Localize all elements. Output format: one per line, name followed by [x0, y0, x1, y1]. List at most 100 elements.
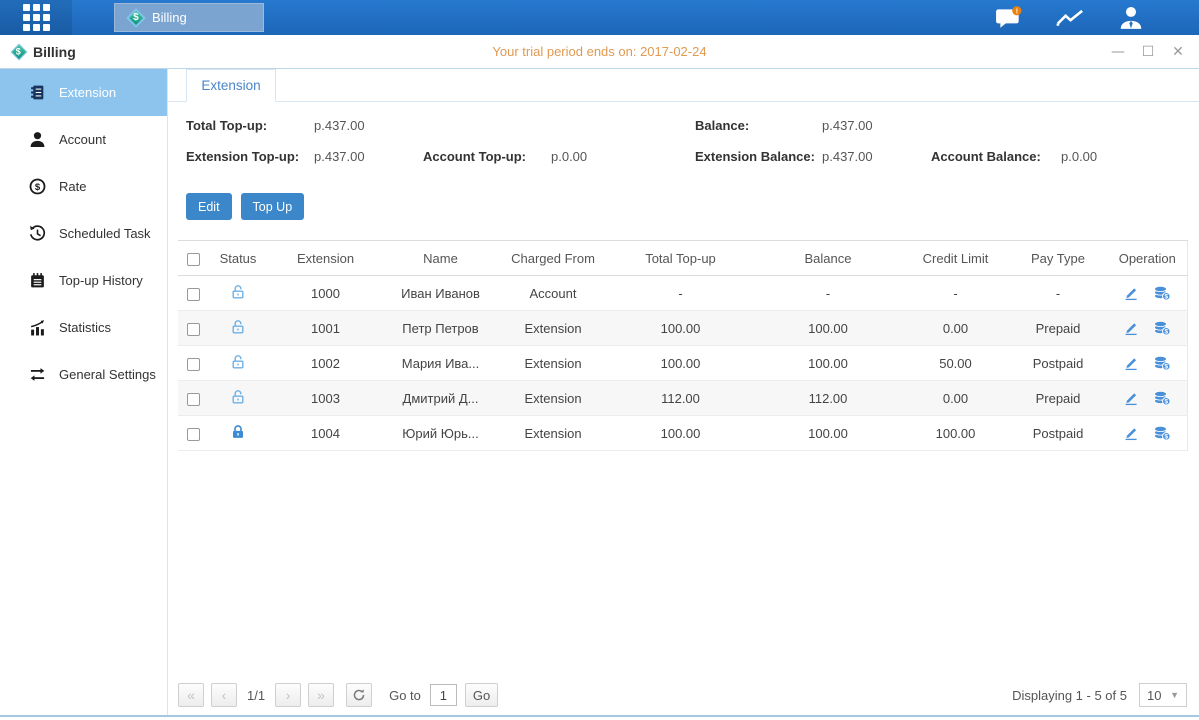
- dollar-circle-icon: $: [29, 178, 46, 195]
- page-indicator: 1/1: [247, 688, 265, 703]
- extension-balance-label: Extension Balance:: [695, 149, 815, 164]
- sidebar: Extension Account $ Rate Scheduled Task: [0, 69, 168, 715]
- row-checkbox[interactable]: [187, 358, 200, 371]
- edit-pencil-icon[interactable]: [1123, 320, 1139, 336]
- sidebar-item-extension[interactable]: Extension: [0, 69, 167, 116]
- total-topup-value: p.437.00: [314, 118, 365, 133]
- tab-extension[interactable]: Extension: [186, 69, 276, 102]
- select-all-checkbox[interactable]: [187, 253, 200, 266]
- extension-table-wrap: Status Extension Name Charged From Total…: [178, 240, 1187, 451]
- col-balance: Balance: [753, 241, 903, 276]
- maximize-button[interactable]: ☐: [1139, 43, 1157, 61]
- cell-name: Иван Иванов: [383, 276, 498, 311]
- top-up-button[interactable]: Top Up: [241, 193, 305, 220]
- row-checkbox[interactable]: [187, 428, 200, 441]
- sidebar-item-rate[interactable]: $ Rate: [0, 163, 167, 210]
- balance-label: Balance:: [695, 118, 749, 133]
- cell-pay-type: Prepaid: [1008, 381, 1108, 416]
- locked-icon[interactable]: [230, 424, 246, 443]
- row-checkbox[interactable]: [187, 393, 200, 406]
- unlocked-icon[interactable]: [230, 319, 246, 338]
- transfer-arrows-icon: [29, 366, 46, 383]
- svg-text:!: !: [1016, 8, 1018, 15]
- edit-pencil-icon[interactable]: [1123, 390, 1139, 406]
- refresh-icon: [352, 688, 366, 702]
- extension-balance-value: p.437.00: [822, 149, 873, 164]
- top-up-coins-icon[interactable]: $: [1153, 320, 1171, 336]
- cell-extension: 1004: [268, 416, 383, 451]
- row-checkbox[interactable]: [187, 323, 200, 336]
- svg-text:$: $: [1165, 399, 1169, 406]
- sidebar-item-label: General Settings: [59, 367, 156, 382]
- cell-name: Мария Ива...: [383, 346, 498, 381]
- minimize-button[interactable]: —: [1109, 43, 1127, 61]
- cell-name: Юрий Юрь...: [383, 416, 498, 451]
- table-row: 1000 Иван Иванов Account - - - -: [178, 276, 1187, 311]
- taskbar-tab-billing[interactable]: $ Billing: [114, 3, 264, 32]
- window-title: Billing: [33, 44, 76, 60]
- edit-pencil-icon[interactable]: [1123, 425, 1139, 441]
- user-account-button[interactable]: [1116, 5, 1146, 31]
- close-button[interactable]: ✕: [1169, 43, 1187, 61]
- apps-grid-icon: [23, 4, 50, 31]
- cell-name: Дмитрий Д...: [383, 381, 498, 416]
- extension-topup-label: Extension Top-up:: [186, 149, 299, 164]
- account-balance-value: p.0.00: [1061, 149, 1097, 164]
- goto-page-input[interactable]: [430, 684, 457, 706]
- cell-total-topup: 100.00: [608, 346, 753, 381]
- unlocked-icon[interactable]: [230, 354, 246, 373]
- pagination-bar: « ‹ 1/1 › » Go to Go Displaying 1 - 5 of…: [178, 683, 1187, 707]
- page-size-select[interactable]: 10 ▼: [1139, 683, 1187, 707]
- col-pay-type: Pay Type: [1008, 241, 1108, 276]
- table-row: 1002 Мария Ива... Extension 100.00 100.0…: [178, 346, 1187, 381]
- sidebar-item-scheduled-task[interactable]: Scheduled Task: [0, 210, 167, 257]
- cell-total-topup: 112.00: [608, 381, 753, 416]
- cell-charged-from: Extension: [498, 381, 608, 416]
- cell-charged-from: Extension: [498, 416, 608, 451]
- sidebar-item-account[interactable]: Account: [0, 116, 167, 163]
- table-row: 1003 Дмитрий Д... Extension 112.00 112.0…: [178, 381, 1187, 416]
- go-button[interactable]: Go: [465, 683, 498, 707]
- top-up-coins-icon[interactable]: $: [1153, 285, 1171, 301]
- sidebar-item-topup-history[interactable]: Top-up History: [0, 257, 167, 304]
- resource-monitor-button[interactable]: [1055, 5, 1085, 31]
- sidebar-item-general-settings[interactable]: General Settings: [0, 351, 167, 398]
- next-page-button[interactable]: ›: [275, 683, 301, 707]
- taskbar-tab-label: Billing: [152, 10, 187, 25]
- window-titlebar: $ Billing Your trial period ends on: 201…: [0, 35, 1199, 69]
- billing-summary: Total Top-up: p.437.00 Balance: p.437.00…: [186, 118, 1199, 180]
- sidebar-item-label: Scheduled Task: [59, 226, 151, 241]
- unlocked-icon[interactable]: [230, 389, 246, 408]
- top-up-coins-icon[interactable]: $: [1153, 355, 1171, 371]
- last-page-button[interactable]: »: [308, 683, 334, 707]
- extension-table-body: 1000 Иван Иванов Account - - - -: [178, 276, 1187, 451]
- top-up-coins-icon[interactable]: $: [1153, 390, 1171, 406]
- displaying-text: Displaying 1 - 5 of 5: [1012, 688, 1127, 703]
- cell-pay-type: Prepaid: [1008, 311, 1108, 346]
- first-page-button[interactable]: «: [178, 683, 204, 707]
- cell-charged-from: Extension: [498, 346, 608, 381]
- edit-button[interactable]: Edit: [186, 193, 232, 220]
- cell-credit-limit: -: [903, 276, 1008, 311]
- account-topup-value: p.0.00: [551, 149, 587, 164]
- refresh-button[interactable]: [346, 683, 372, 707]
- cell-extension: 1001: [268, 311, 383, 346]
- cell-total-topup: 100.00: [608, 311, 753, 346]
- app-launcher-button[interactable]: [0, 0, 72, 35]
- cell-balance: 100.00: [753, 346, 903, 381]
- prev-page-button[interactable]: ‹: [211, 683, 237, 707]
- top-up-coins-icon[interactable]: $: [1153, 425, 1171, 441]
- balance-value: p.437.00: [822, 118, 873, 133]
- edit-pencil-icon[interactable]: [1123, 285, 1139, 301]
- table-header-row: Status Extension Name Charged From Total…: [178, 241, 1187, 276]
- unlocked-icon[interactable]: [230, 284, 246, 303]
- message-bubble-icon: !: [995, 6, 1023, 30]
- row-checkbox[interactable]: [187, 288, 200, 301]
- person-icon: [29, 131, 46, 148]
- col-operation: Operation: [1108, 241, 1187, 276]
- col-total-topup: Total Top-up: [608, 241, 753, 276]
- edit-pencil-icon[interactable]: [1123, 355, 1139, 371]
- sidebar-item-statistics[interactable]: Statistics: [0, 304, 167, 351]
- col-name: Name: [383, 241, 498, 276]
- messages-button[interactable]: !: [994, 5, 1024, 31]
